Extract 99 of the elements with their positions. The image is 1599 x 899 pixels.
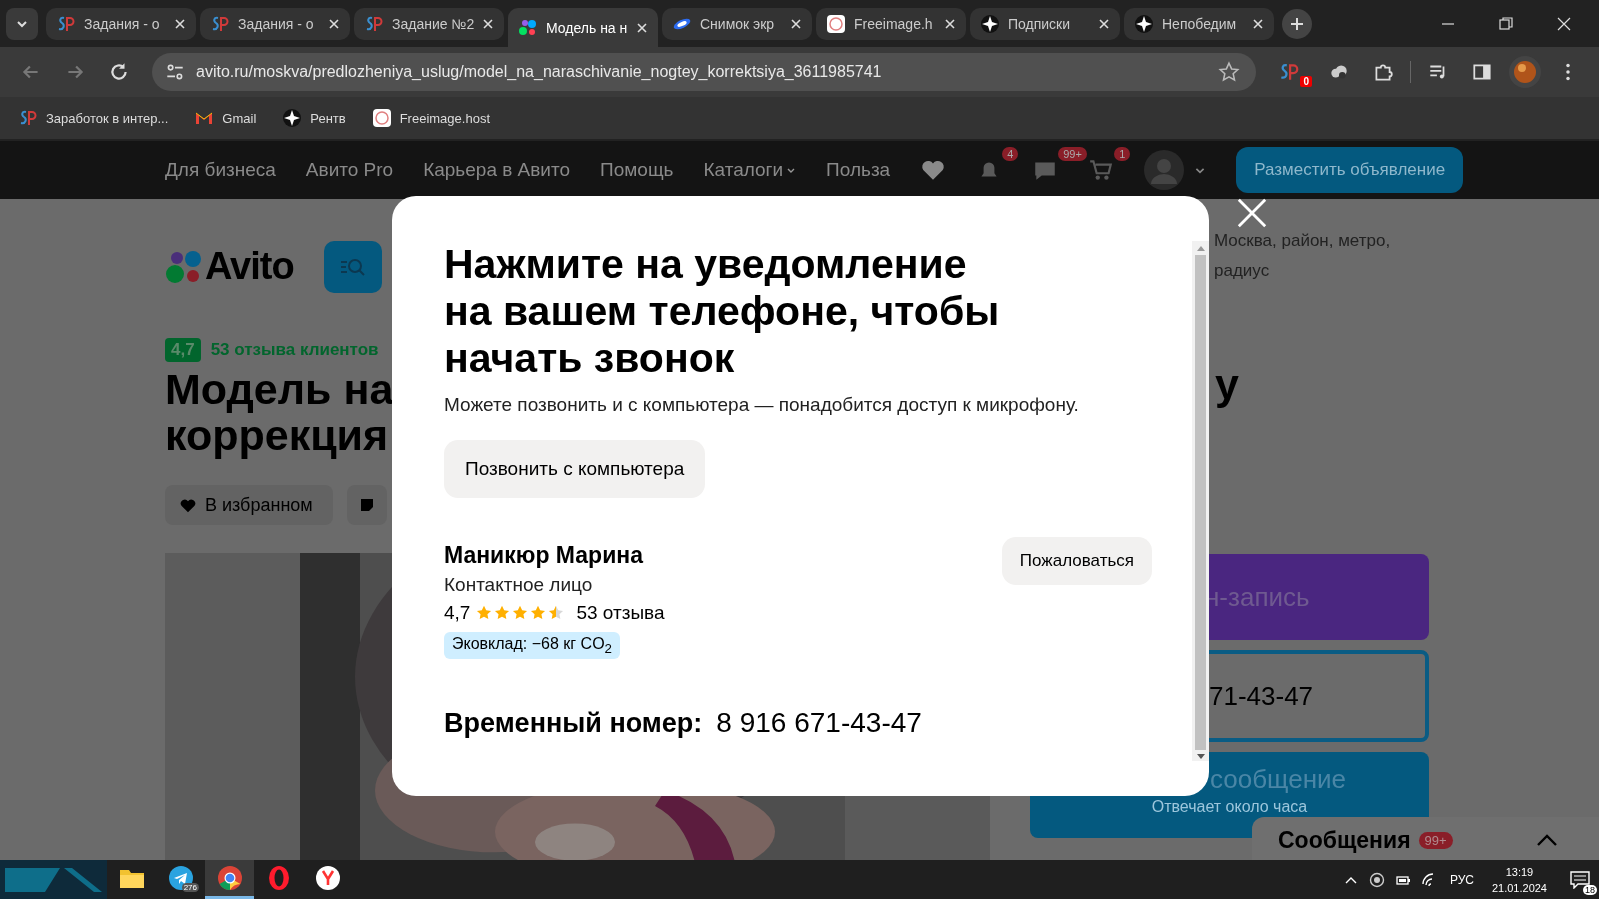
site-logo[interactable]: Avito [165,245,294,288]
browser-tab[interactable]: Непобедим [1124,7,1274,40]
nav-link[interactable]: Помощь [600,159,674,181]
cart-icon[interactable] [1088,157,1115,183]
tab-list-button[interactable] [6,7,38,40]
note-button[interactable] [346,485,387,525]
tab-title: Снимок экр [700,15,776,32]
browser-tab[interactable]: Задания - о [46,7,196,40]
temp-number-label: Временный номер: [444,708,703,740]
favorite-button[interactable]: В избранном [165,485,333,525]
plus-icon [1289,15,1305,32]
dialog-title: Нажмите на уведомление на вашем телефоне, чтобы начать звонок [444,241,1001,382]
scroll-down-icon[interactable] [1195,753,1206,761]
close-icon[interactable] [1252,17,1264,30]
messages-count: 99+ [1418,831,1453,849]
seller-role: Контактное лицо [444,574,593,596]
bookmark-title: Gmail [222,110,257,126]
location-text: Москва, район, метро, [1214,230,1392,252]
close-icon[interactable] [944,17,956,30]
browser-tab[interactable]: Модель на н [508,7,658,48]
browser-tab[interactable]: Задания - о [200,7,350,40]
messages-panel[interactable]: Сообщения 99+ [1252,817,1599,860]
listing-title: у [1215,361,1239,407]
bookmark-title: Заработок в интер... [46,110,169,126]
tab-title: Подписки [1008,15,1072,32]
notification-button[interactable]: 18 [1565,864,1595,895]
dots-logo-icon [518,17,538,38]
browser-tab[interactable]: Freeimage.h [816,7,966,40]
location-text: радиус [1214,260,1271,282]
image-host-icon [371,108,392,128]
image-host-icon [826,13,846,34]
reviews-link[interactable]: 53 отзыва [576,602,665,624]
reload-icon[interactable] [108,61,130,83]
star-icon[interactable] [1218,61,1240,83]
taskbar-app[interactable]: 276 [156,860,205,899]
taskbar-start-drawing[interactable] [0,860,107,899]
extension-badge: 0 [1300,76,1312,87]
dialog-subtitle: Можете позвонить и с компьютера — понадобится доступ к микрофону. [444,394,1079,416]
listing-title: Модель на [165,366,394,412]
nav-link[interactable]: Авито Pro [305,159,394,181]
taskbar-app[interactable] [205,860,254,899]
tab-title: Непобедим [1162,15,1238,32]
address-bar[interactable]: avito.ru/moskva/predlozheniya_uslug/model_na_naraschivanie_nogtey_korrektsiya_3611985741 [152,53,1256,91]
close-icon[interactable] [1556,15,1572,32]
scrollbar[interactable] [1192,241,1209,761]
nav-link[interactable]: Каталоги [703,159,797,181]
language-indicator[interactable]: РУС [1449,872,1474,887]
message-badge: 99+ [1058,147,1087,161]
tab-title: Модель на н [546,19,628,36]
temp-number: 8 916 671-43-47 [716,707,922,740]
report-button[interactable]: Пожаловаться [1001,537,1152,585]
bookmark-title: Freeimage.host [399,110,490,126]
tab-title: Задание №2 [392,15,474,32]
seller-name[interactable]: Маникюр Марина [444,542,643,569]
sp-logo-icon [18,108,38,128]
notification-badge: 4 [1002,147,1019,161]
close-icon[interactable] [174,17,186,30]
url-text: avito.ru/moskva/predlozheniya_uslug/model_na_naraschivanie_nogtey_korrektsiya_3611985741 [196,63,883,81]
close-icon[interactable] [328,17,340,30]
folder-icon [118,867,145,889]
bookmark[interactable]: Заработок в интер... [12,104,175,132]
close-icon[interactable] [1098,17,1110,30]
nav-link[interactable]: Для бизнеса [165,159,276,181]
new-tab-button[interactable] [1282,8,1312,39]
tray-app-icon[interactable] [1368,871,1385,888]
close-icon[interactable] [636,21,648,34]
tab-title: Задания - о [238,15,315,32]
call-button[interactable]: Позвонить с компьютера [444,440,706,498]
restore-icon[interactable] [1498,15,1514,32]
browser-tab[interactable]: Снимок экр [662,7,812,40]
bookmark-title: Рентв [310,110,346,126]
tab-title: Freeimage.h [854,15,934,32]
app-badge: 276 [181,883,199,892]
close-icon[interactable] [790,17,802,30]
listing-title: коррекция [165,412,389,458]
y-logo-icon [314,865,341,891]
tab-title: Задания - о [84,15,161,32]
sp-extension-icon[interactable] [1278,61,1300,83]
heart-icon [179,497,197,513]
browser-tab[interactable]: Задание №2 [354,7,504,40]
profile-avatar[interactable] [1509,56,1541,88]
rating-badge: 4,7 [165,338,201,362]
eco-badge: Эковклад: −68 кг CO$_{2}$ [444,632,620,660]
clock[interactable]: 13:19 21.01.2024 [1491,863,1547,896]
browser-tab[interactable]: Подписки [970,7,1120,40]
nav-link[interactable]: Карьера в Авито [423,159,571,181]
cart-badge: 1 [1114,147,1131,161]
close-icon[interactable] [482,17,494,30]
bookmark[interactable]: Gmail [188,104,263,132]
note-icon [358,497,375,513]
bookmark[interactable]: Freeimage.host [365,104,496,132]
chrome-icon [216,865,243,891]
post-ad-button[interactable]: Разместить объявление [1236,147,1464,193]
sparkle-icon [980,13,1000,34]
nav-link[interactable]: Польза [826,159,891,181]
sparkle-icon [1134,13,1154,34]
seller-rating: 4,7 [444,602,471,624]
sparkle-icon [282,108,303,128]
bookmark[interactable]: Рентв [276,104,352,132]
